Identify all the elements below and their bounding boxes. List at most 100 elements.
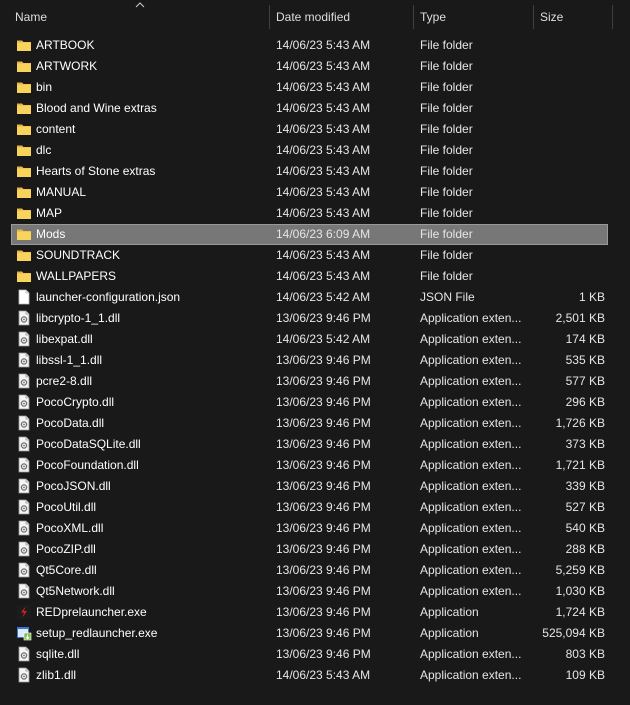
file-type: Application bbox=[420, 626, 479, 640]
file-row[interactable]: launcher-configuration.json 14/06/23 5:42… bbox=[0, 287, 630, 308]
file-type: Application exten... bbox=[420, 500, 522, 514]
file-row[interactable]: MANUAL 14/06/23 5:43 AM File folder bbox=[0, 182, 630, 203]
file-name: PocoZIP.dll bbox=[36, 542, 96, 556]
file-name: WALLPAPERS bbox=[36, 269, 117, 283]
file-explorer: Name Date modified Type Size ARTBOOK 14/0… bbox=[0, 0, 630, 705]
column-divider[interactable] bbox=[413, 5, 414, 29]
column-divider[interactable] bbox=[269, 5, 270, 29]
file-name: PocoXML.dll bbox=[36, 521, 104, 535]
column-divider[interactable] bbox=[612, 5, 613, 29]
file-row[interactable]: PocoJSON.dll 13/06/23 9:46 PM Application … bbox=[0, 476, 630, 497]
file-type: File folder bbox=[420, 38, 473, 52]
dll-icon bbox=[16, 415, 32, 431]
file-type: Application exten... bbox=[420, 584, 522, 598]
dll-icon bbox=[16, 478, 32, 494]
file-date-modified: 14/06/23 5:42 AM bbox=[276, 290, 371, 304]
file-row[interactable]: Hearts of Stone extras 14/06/23 5:43 AM Fi… bbox=[0, 161, 630, 182]
column-header-type[interactable]: Type bbox=[420, 0, 530, 32]
dll-icon bbox=[16, 541, 32, 557]
file-date-modified: 13/06/23 9:46 PM bbox=[276, 626, 371, 640]
file-type: File folder bbox=[420, 164, 473, 178]
file-row[interactable]: MAP 14/06/23 5:43 AM File folder bbox=[0, 203, 630, 224]
file-date-modified: 14/06/23 5:43 AM bbox=[276, 206, 371, 220]
column-divider[interactable] bbox=[533, 5, 534, 29]
file-name: Qt5Network.dll bbox=[36, 584, 115, 598]
file-row[interactable]: content 14/06/23 5:43 AM File folder bbox=[0, 119, 630, 140]
column-header-name[interactable]: Name bbox=[15, 0, 265, 32]
file-row[interactable]: ARTWORK 14/06/23 5:43 AM File folder bbox=[0, 56, 630, 77]
folder-icon bbox=[16, 142, 32, 158]
file-type: Application exten... bbox=[420, 647, 522, 661]
file-size: 296 KB bbox=[565, 395, 605, 409]
dll-icon bbox=[16, 583, 32, 599]
file-date-modified: 13/06/23 9:46 PM bbox=[276, 500, 371, 514]
file-row[interactable]: pcre2-8.dll 13/06/23 9:46 PM Application e… bbox=[0, 371, 630, 392]
file-row[interactable]: libexpat.dll 14/06/23 5:42 AM Application … bbox=[0, 329, 630, 350]
folder-icon bbox=[16, 184, 32, 200]
file-row[interactable]: Mods 14/06/23 6:09 AM File folder bbox=[0, 224, 630, 245]
file-row[interactable]: sqlite.dll 13/06/23 9:46 PM Application ex… bbox=[0, 644, 630, 665]
folder-icon bbox=[16, 121, 32, 137]
file-row[interactable]: PocoZIP.dll 13/06/23 9:46 PM Application e… bbox=[0, 539, 630, 560]
file-row[interactable]: Qt5Network.dll 13/06/23 9:46 PM Applicatio… bbox=[0, 581, 630, 602]
file-row[interactable]: SOUNDTRACK 14/06/23 5:43 AM File folder bbox=[0, 245, 630, 266]
file-type: File folder bbox=[420, 143, 473, 157]
file-type: Application exten... bbox=[420, 332, 522, 346]
file-type: Application exten... bbox=[420, 395, 522, 409]
file-size: 109 KB bbox=[565, 668, 605, 682]
file-row[interactable]: setup_redlauncher.exe 13/06/23 9:46 PM App… bbox=[0, 623, 630, 644]
file-name: PocoFoundation.dll bbox=[36, 458, 139, 472]
file-row[interactable]: bin 14/06/23 5:43 AM File folder bbox=[0, 77, 630, 98]
file-row[interactable]: ARTBOOK 14/06/23 5:43 AM File folder bbox=[0, 35, 630, 56]
dll-icon bbox=[16, 394, 32, 410]
file-date-modified: 13/06/23 9:46 PM bbox=[276, 437, 371, 451]
column-header-date-modified[interactable]: Date modified bbox=[276, 0, 406, 32]
folder-icon bbox=[16, 163, 32, 179]
file-name: MAP bbox=[36, 206, 63, 220]
file-row[interactable]: PocoUtil.dll 13/06/23 9:46 PM Application … bbox=[0, 497, 630, 518]
file-date-modified: 14/06/23 5:43 AM bbox=[276, 143, 371, 157]
dll-icon bbox=[16, 499, 32, 515]
file-row[interactable]: libcrypto-1_1.dll 13/06/23 9:46 PM Applica… bbox=[0, 308, 630, 329]
document-icon bbox=[16, 289, 32, 305]
file-row[interactable]: PocoDataSQLite.dll 13/06/23 9:46 PM Applic… bbox=[0, 434, 630, 455]
file-date-modified: 14/06/23 5:42 AM bbox=[276, 332, 371, 346]
column-header-size[interactable]: Size bbox=[540, 0, 610, 32]
file-name: ARTBOOK bbox=[36, 38, 95, 52]
file-row[interactable]: PocoXML.dll 13/06/23 9:46 PM Application e… bbox=[0, 518, 630, 539]
file-row[interactable]: Blood and Wine extras 14/06/23 5:43 AM Fil… bbox=[0, 98, 630, 119]
file-row[interactable]: zlib1.dll 14/06/23 5:43 AM Application ext… bbox=[0, 665, 630, 686]
file-date-modified: 13/06/23 9:46 PM bbox=[276, 395, 371, 409]
file-row[interactable]: PocoData.dll 13/06/23 9:46 PM Application … bbox=[0, 413, 630, 434]
file-size: 5,259 KB bbox=[555, 563, 605, 577]
file-date-modified: 13/06/23 9:46 PM bbox=[276, 605, 371, 619]
file-name: libexpat.dll bbox=[36, 332, 93, 346]
file-row[interactable]: REDprelauncher.exe 13/06/23 9:46 PM Applic… bbox=[0, 602, 630, 623]
file-size bbox=[530, 182, 605, 203]
file-name: PocoCrypto.dll bbox=[36, 395, 115, 409]
file-row[interactable]: dlc 14/06/23 5:43 AM File folder bbox=[0, 140, 630, 161]
file-type: Application bbox=[420, 605, 479, 619]
folder-icon bbox=[16, 37, 32, 53]
file-date-modified: 13/06/23 9:46 PM bbox=[276, 374, 371, 388]
file-type: File folder bbox=[420, 80, 473, 94]
file-row[interactable]: PocoFoundation.dll 13/06/23 9:46 PM Applic… bbox=[0, 455, 630, 476]
file-name: pcre2-8.dll bbox=[36, 374, 93, 388]
dll-icon bbox=[16, 457, 32, 473]
file-size bbox=[530, 56, 605, 77]
file-date-modified: 13/06/23 9:46 PM bbox=[276, 458, 371, 472]
file-size: 525,094 KB bbox=[542, 626, 605, 640]
file-date-modified: 13/06/23 9:46 PM bbox=[276, 563, 371, 577]
file-size: 373 KB bbox=[565, 437, 605, 451]
file-date-modified: 14/06/23 5:43 AM bbox=[276, 101, 371, 115]
file-name: launcher-configuration.json bbox=[36, 290, 181, 304]
file-type: Application exten... bbox=[420, 416, 522, 430]
file-date-modified: 14/06/23 5:43 AM bbox=[276, 248, 371, 262]
file-row[interactable]: PocoCrypto.dll 13/06/23 9:46 PM Applicatio… bbox=[0, 392, 630, 413]
file-type: File folder bbox=[420, 122, 473, 136]
file-size: 535 KB bbox=[565, 353, 605, 367]
file-date-modified: 14/06/23 5:43 AM bbox=[276, 59, 371, 73]
file-row[interactable]: WALLPAPERS 14/06/23 5:43 AM File folder bbox=[0, 266, 630, 287]
file-row[interactable]: Qt5Core.dll 13/06/23 9:46 PM Application e… bbox=[0, 560, 630, 581]
file-row[interactable]: libssl-1_1.dll 13/06/23 9:46 PM Applicatio… bbox=[0, 350, 630, 371]
